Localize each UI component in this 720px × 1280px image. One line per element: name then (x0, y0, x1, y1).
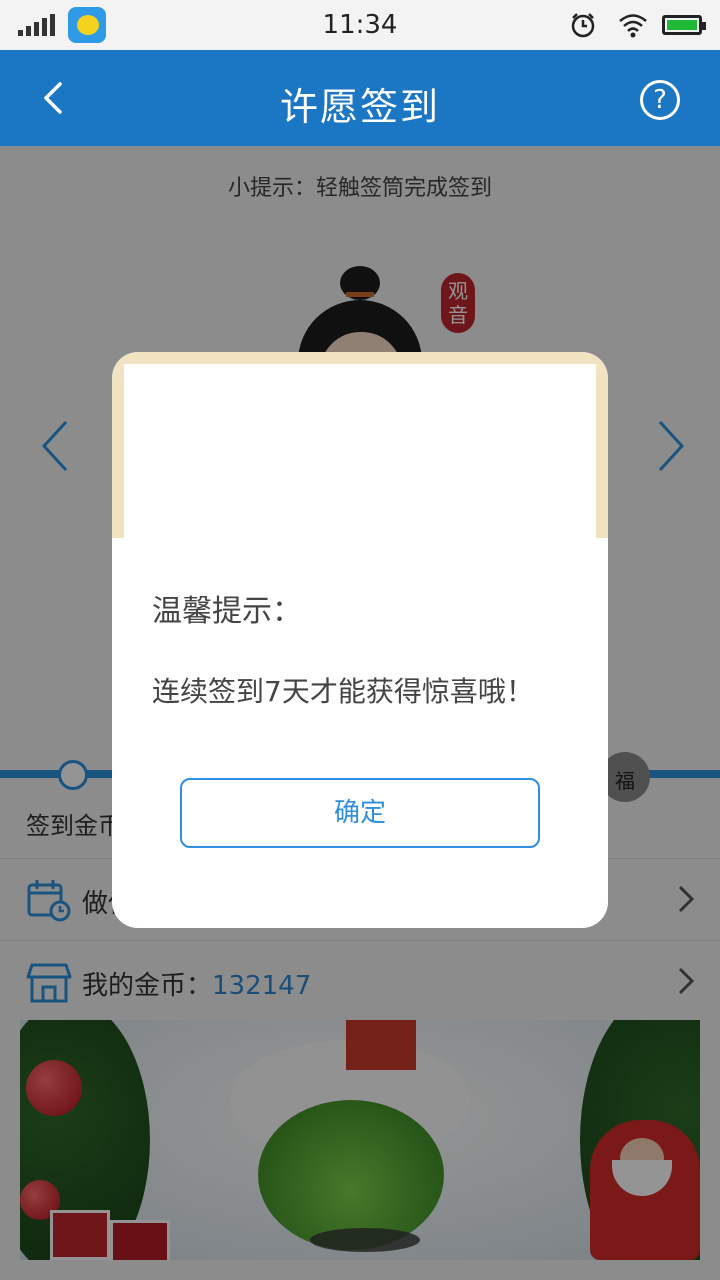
tip-dialog: 温馨提示： 连续签到7天才能获得惊喜哦！ 确定 (112, 352, 608, 928)
dialog-message: 连续签到7天才能获得惊喜哦！ (152, 675, 534, 708)
confirm-button[interactable]: 确定 (180, 778, 540, 848)
dialog-image-area (124, 364, 596, 538)
status-bar: 11:34 (0, 0, 720, 50)
help-button[interactable]: ? (640, 80, 680, 120)
wifi-icon (619, 14, 647, 38)
dialog-title: 温馨提示： (152, 594, 302, 629)
page-title: 许愿签到 (279, 85, 440, 129)
alarm-icon (571, 13, 595, 38)
app-header: 许愿签到 ? (0, 50, 720, 146)
status-time: 11:34 (322, 10, 398, 40)
battery-icon (662, 15, 706, 35)
